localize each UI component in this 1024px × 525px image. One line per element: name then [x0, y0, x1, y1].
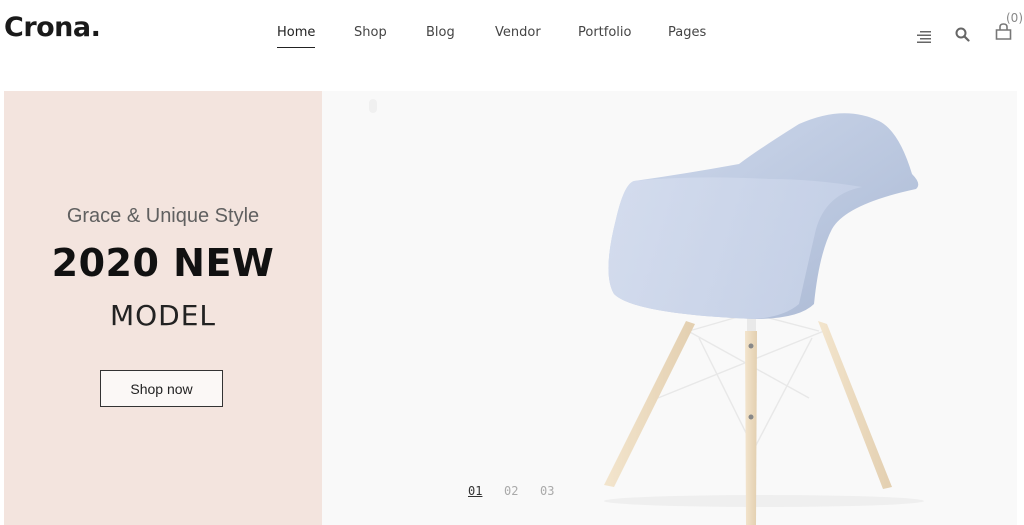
hero-title: 2020 NEW: [51, 241, 275, 285]
slide-indicator-3[interactable]: 03: [540, 484, 554, 498]
shopping-bag-icon[interactable]: [995, 23, 1012, 44]
nav-item-pages[interactable]: Pages: [668, 25, 706, 40]
chair-image: [604, 113, 924, 525]
cart-count-badge: (0): [1006, 11, 1023, 25]
hero-title-secondary: MODEL: [109, 299, 217, 332]
logo[interactable]: Crona.: [4, 12, 101, 43]
chair-leg: [604, 321, 695, 487]
chair-bolt: [748, 343, 754, 349]
decorative-shape: [369, 99, 377, 113]
site-header: Crona. Home Shop Blog Vendor Portfolio P…: [0, 0, 1024, 70]
hero-subtitle: Grace & Unique Style: [66, 205, 260, 227]
hero-text-panel: Grace & Unique Style 2020 NEW MODEL Shop…: [4, 91, 322, 525]
nav-item-shop[interactable]: Shop: [354, 25, 387, 40]
nav-item-home[interactable]: Home: [277, 25, 316, 48]
chair-leg: [745, 331, 757, 525]
chair-bolt: [748, 414, 754, 420]
hero-slider: Grace & Unique Style 2020 NEW MODEL Shop…: [4, 91, 1017, 525]
search-icon[interactable]: [955, 27, 970, 46]
slide-indicator-1[interactable]: 01: [468, 484, 482, 498]
nav-item-portfolio[interactable]: Portfolio: [578, 25, 631, 40]
chair-leg: [818, 321, 892, 489]
nav-item-vendor[interactable]: Vendor: [495, 25, 541, 40]
nav-item-blog[interactable]: Blog: [426, 25, 455, 40]
shop-now-button[interactable]: Shop now: [100, 370, 223, 407]
slide-indicator-2[interactable]: 02: [504, 484, 518, 498]
menu-lines-icon[interactable]: [917, 28, 931, 47]
chair-shadow: [604, 495, 924, 507]
